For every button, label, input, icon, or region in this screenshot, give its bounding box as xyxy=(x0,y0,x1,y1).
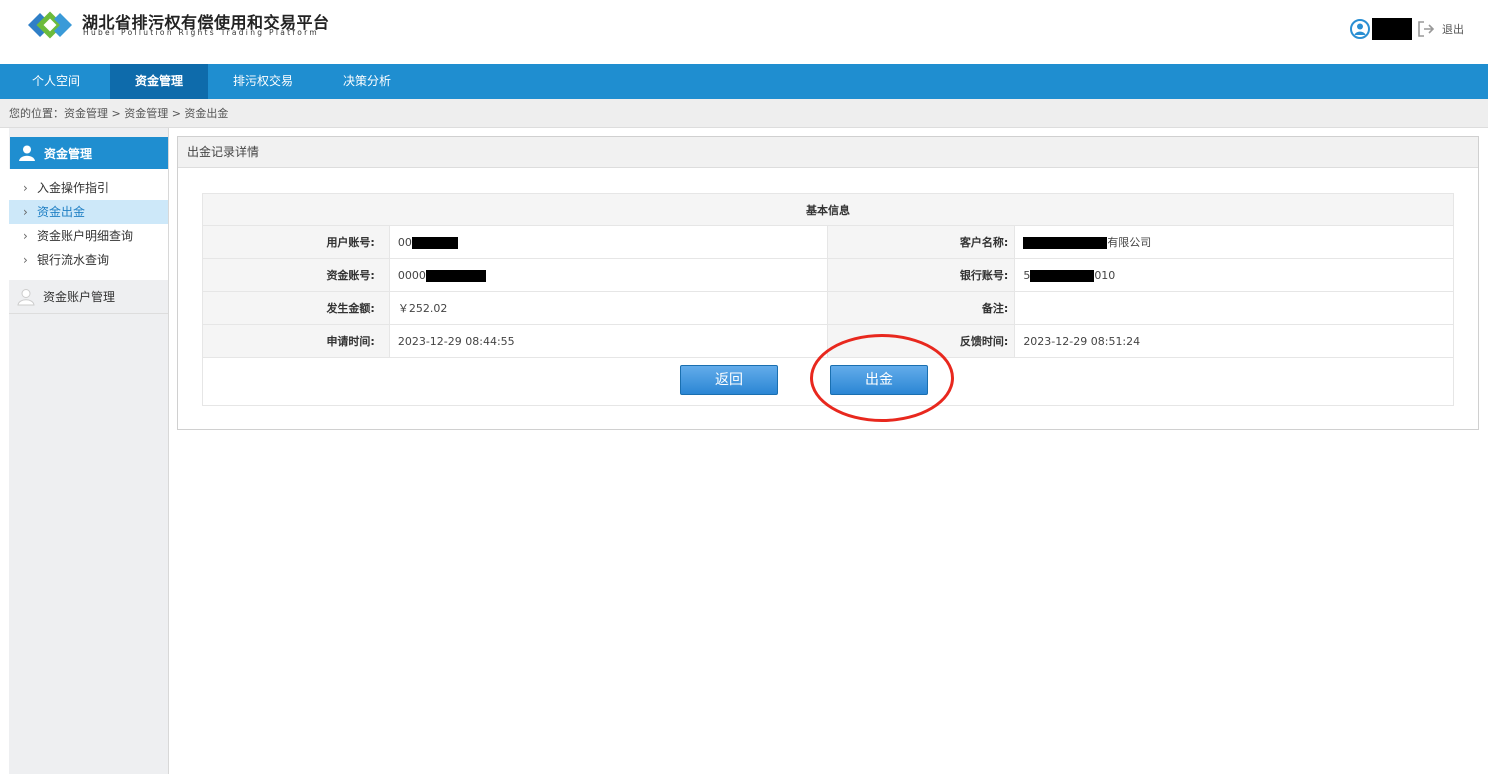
withdrawal-record-panel: 出金记录详情 基本信息 用户账号: 00 客户名称: 有限公司 资金账号: 00… xyxy=(177,136,1479,430)
redacted-block xyxy=(1023,237,1108,249)
breadcrumb-prefix: 您的位置： xyxy=(9,107,64,120)
bank-account-label: 银行账号: xyxy=(827,258,1016,292)
remark-value xyxy=(1014,291,1454,325)
user-account-label: 用户账号: xyxy=(202,225,390,259)
panel-title: 出金记录详情 xyxy=(178,137,1478,168)
chevron-right-icon: › xyxy=(23,253,28,267)
sidebar-item-label: 入金操作指引 xyxy=(37,181,110,195)
sidebar-item-bank-flow-query[interactable]: › 银行流水查询 xyxy=(9,248,168,272)
amount-value: ￥252.02 xyxy=(388,291,829,325)
user-area: 退出 xyxy=(1350,17,1464,41)
nav-fund-management[interactable]: 资金管理 xyxy=(110,64,209,99)
fund-account-label: 资金账号: xyxy=(202,258,390,292)
user-avatar-icon[interactable] xyxy=(1350,19,1370,39)
fund-account-value: 0000 xyxy=(388,258,829,292)
sidebar-section-fund-management[interactable]: 资金管理 xyxy=(10,137,168,169)
sidebar: 资金管理 › 入金操作指引 › 资金出金 › 资金账户明细查询 › 银行流水查询 资金账… xyxy=(9,128,169,774)
user-account-value: 00 xyxy=(388,225,829,259)
redacted-block xyxy=(1030,269,1095,282)
platform-subtitle: Hubei Pollution Rights Trading Platform xyxy=(83,28,320,37)
sidebar-link-list: › 入金操作指引 › 资金出金 › 资金账户明细查询 › 银行流水查询 xyxy=(9,169,168,282)
table-row: 申请时间: 2023-12-29 08:44:55 反馈时间: 2023-12-… xyxy=(202,324,1454,358)
feedback-time-value: 2023-12-29 08:51:24 xyxy=(1014,324,1454,358)
logout-link[interactable]: 退出 xyxy=(1442,21,1464,37)
amount-label: 发生金额: xyxy=(202,291,390,325)
nav-decision-analysis[interactable]: 决策分析 xyxy=(318,64,416,99)
sidebar-item-label: 银行流水查询 xyxy=(37,253,110,267)
user-icon xyxy=(19,145,35,161)
breadcrumb-path: 资金管理 > 资金管理 > 资金出金 xyxy=(64,107,229,120)
sidebar-item-deposit-guide[interactable]: › 入金操作指引 xyxy=(9,176,168,200)
username-redacted xyxy=(1372,18,1412,40)
nav-emission-trading[interactable]: 排污权交易 xyxy=(208,64,318,99)
platform-logo-icon xyxy=(28,11,72,39)
redacted-block xyxy=(425,269,486,282)
customer-name-value: 有限公司 xyxy=(1014,225,1454,259)
chevron-right-icon: › xyxy=(23,205,28,219)
chevron-right-icon: › xyxy=(23,181,28,195)
sidebar-section-fund-account-management[interactable]: 资金账户管理 xyxy=(9,280,168,314)
table-caption: 基本信息 xyxy=(202,193,1454,226)
back-button[interactable]: 返回 xyxy=(680,365,778,395)
customer-name-label: 客户名称: xyxy=(827,225,1016,259)
table-row: 用户账号: 00 客户名称: 有限公司 xyxy=(202,225,1454,259)
apply-time-value: 2023-12-29 08:44:55 xyxy=(388,324,829,358)
sidebar-section-label: 资金账户管理 xyxy=(43,290,116,304)
sidebar-item-label: 资金账户明细查询 xyxy=(37,229,134,243)
apply-time-label: 申请时间: xyxy=(202,324,390,358)
nav-personal-space[interactable]: 个人空间 xyxy=(0,64,110,99)
remark-label: 备注: xyxy=(827,291,1016,325)
withdraw-button[interactable]: 出金 xyxy=(830,365,928,395)
sidebar-item-fund-withdrawal[interactable]: › 资金出金 xyxy=(9,200,168,224)
header: 湖北省排污权有偿使用和交易平台 Hubei Pollution Rights T… xyxy=(0,0,1488,64)
logout-icon[interactable] xyxy=(1416,19,1436,39)
table-row: 资金账号: 0000 银行账号: 5 010 xyxy=(202,258,1454,292)
button-row xyxy=(202,357,1454,406)
table-row: 发生金额: ￥252.02 备注: xyxy=(202,291,1454,325)
sidebar-section-label: 资金管理 xyxy=(44,146,93,161)
sidebar-item-label: 资金出金 xyxy=(37,205,86,219)
basic-info-table: 基本信息 用户账号: 00 客户名称: 有限公司 资金账号: 0000 银行账号… xyxy=(202,193,1454,406)
sidebar-item-account-detail-query[interactable]: › 资金账户明细查询 xyxy=(9,224,168,248)
feedback-time-label: 反馈时间: xyxy=(827,324,1016,358)
redacted-block xyxy=(411,236,458,249)
main-nav: 个人空间 资金管理 排污权交易 决策分析 xyxy=(0,64,1488,99)
bank-account-value: 5 010 xyxy=(1014,258,1454,292)
breadcrumb: 您的位置：资金管理 > 资金管理 > 资金出金 xyxy=(0,99,1488,128)
chevron-right-icon: › xyxy=(23,229,28,243)
user-icon xyxy=(17,288,35,305)
